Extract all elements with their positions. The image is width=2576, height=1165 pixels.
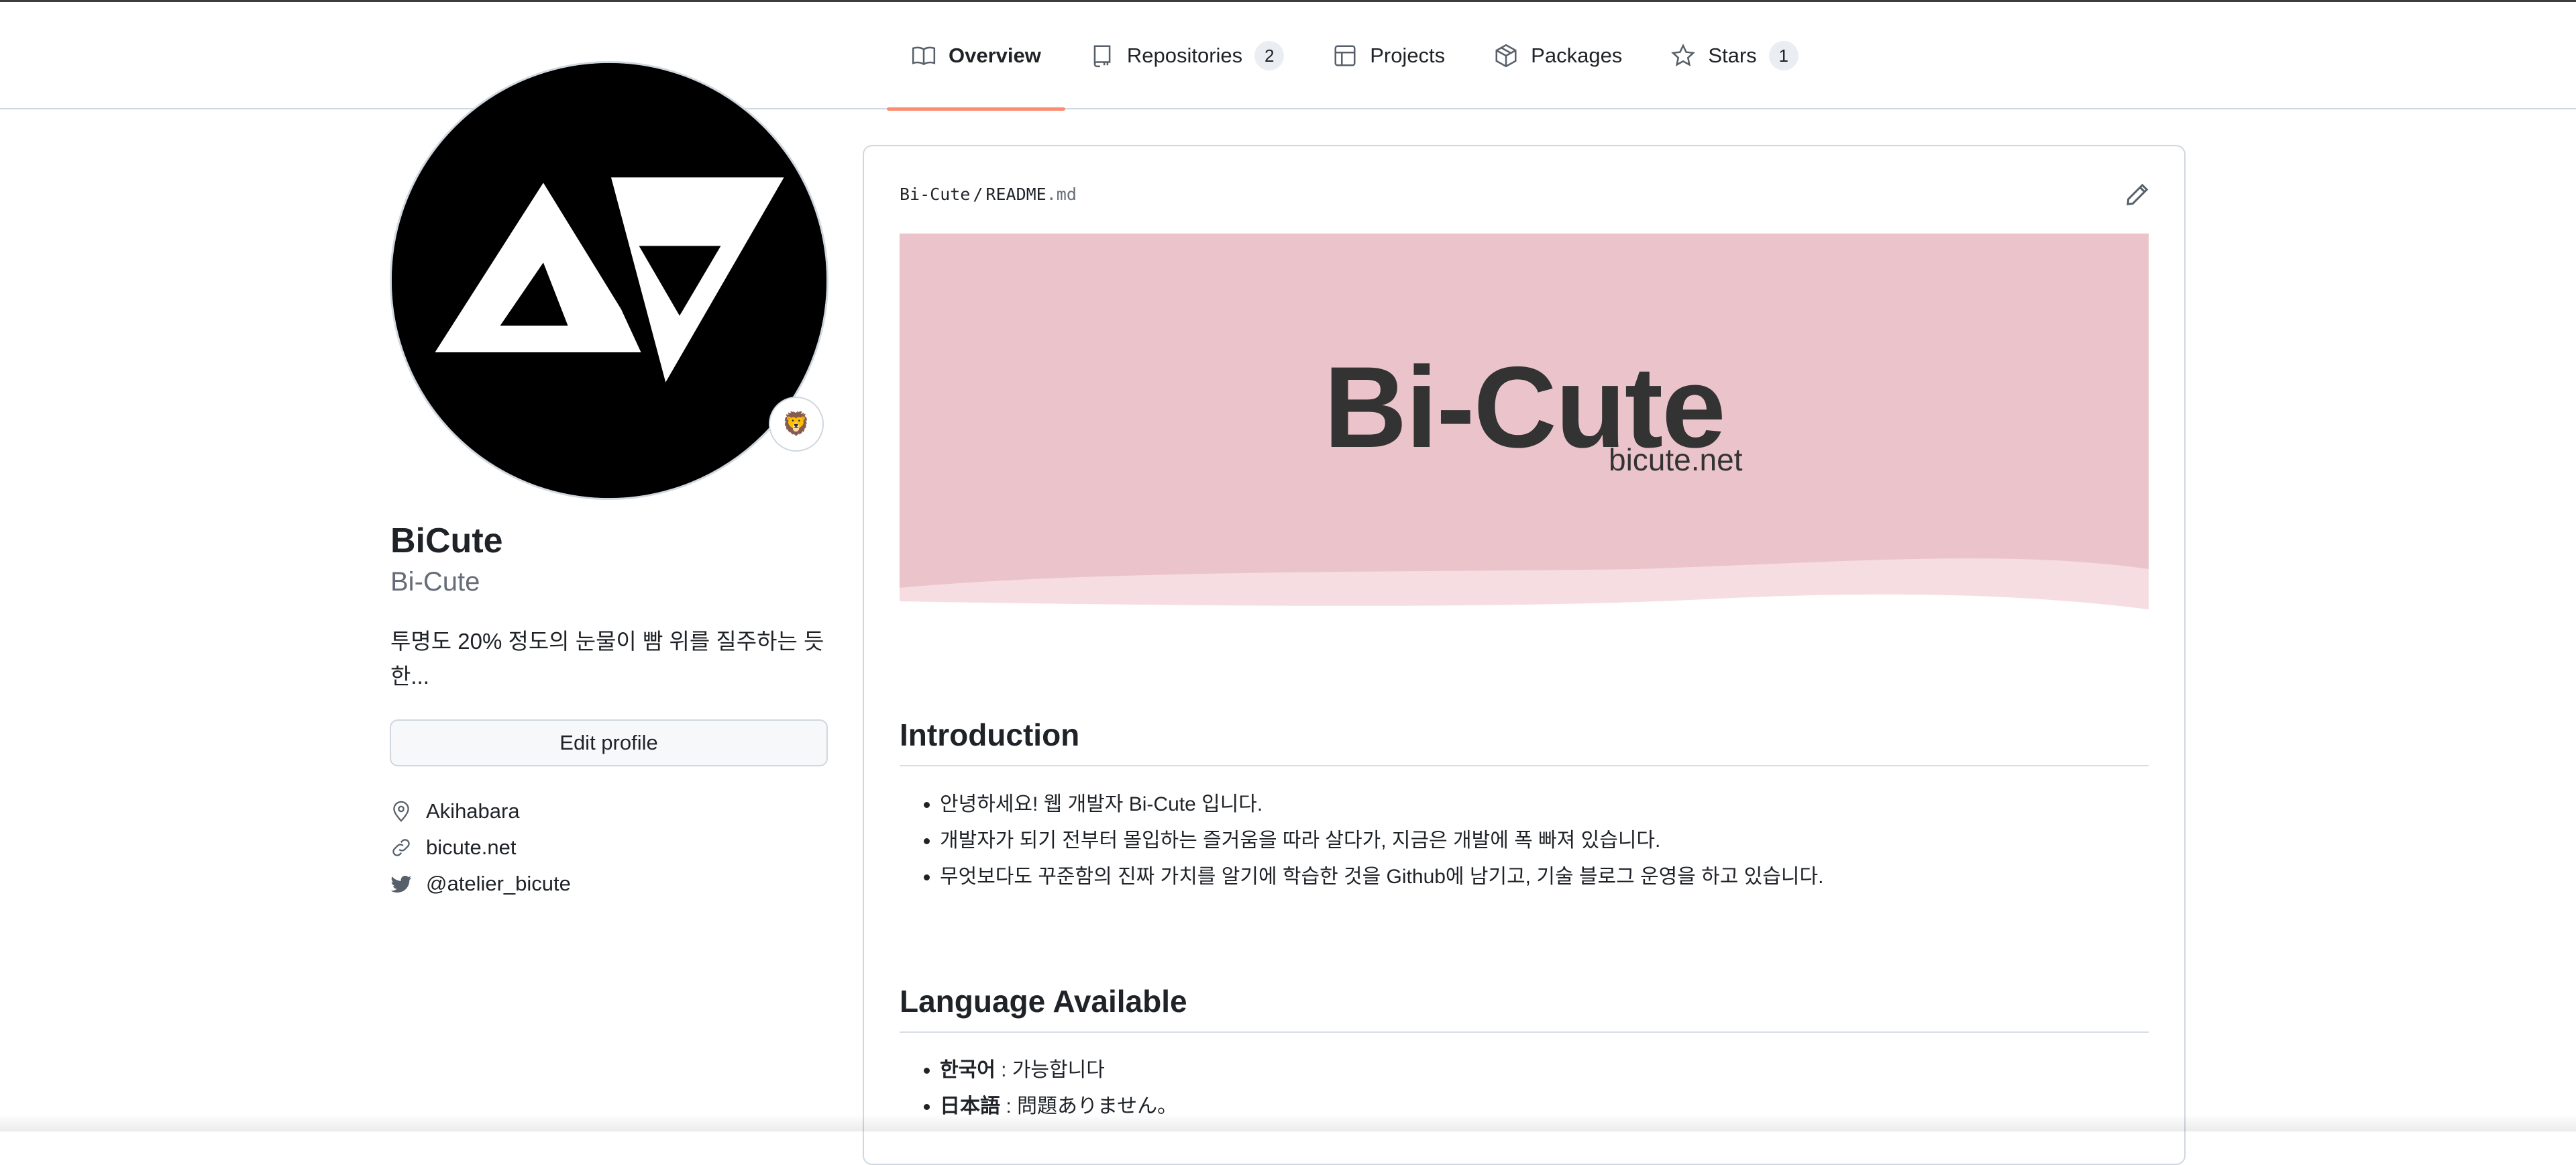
status-emoji-button[interactable]: 🦁 <box>769 397 824 452</box>
website-link[interactable]: bicute.net <box>426 835 516 860</box>
profile-tab-nav: Overview Repositories 2 Projects Package… <box>0 2 2576 111</box>
tab-label: Stars <box>1708 44 1757 67</box>
avatar[interactable] <box>390 61 828 500</box>
tab-label: Overview <box>949 44 1041 67</box>
language-available-heading: Language Available <box>900 983 2149 1033</box>
tab-projects[interactable]: Projects <box>1308 2 1469 109</box>
tab-repositories[interactable]: Repositories 2 <box>1065 2 1308 109</box>
readme-banner-image: Bi-Cute bicute.net <box>900 234 2149 620</box>
table-icon <box>1334 45 1356 66</box>
repo-icon <box>1093 45 1111 68</box>
twitter-icon <box>390 875 412 893</box>
profile-twitter[interactable]: @atelier_bicute <box>390 872 571 896</box>
book-icon <box>912 46 936 66</box>
profile-website[interactable]: bicute.net <box>390 835 516 860</box>
introduction-heading: Introduction <box>900 717 2149 766</box>
tab-label: Repositories <box>1126 44 1243 67</box>
tab-label: Packages <box>1531 44 1623 67</box>
readme-box: Bi-Cute / README.md Bi-Cute bicute.net Int… <box>863 145 2186 1165</box>
readme-file-link[interactable]: README.md <box>985 185 1076 204</box>
path-separator: / <box>973 185 983 204</box>
avatar-container: 🦁 <box>390 61 828 500</box>
pencil-icon <box>2127 183 2149 205</box>
tab-label: Projects <box>1370 44 1446 67</box>
profile-bio: 투명도 20% 정도의 눈물이 빰 위를 질주하는 듯 한... <box>390 629 824 689</box>
list-item: 무엇보다도 꾸준함의 진짜 가치를 알기에 학습한 것을 Github에 남기고… <box>940 859 1823 895</box>
readme-owner-link[interactable]: Bi-Cute <box>900 185 970 204</box>
edit-profile-button[interactable]: Edit profile <box>390 719 828 766</box>
profile-username: Bi-Cute <box>390 567 480 597</box>
edit-readme-button[interactable] <box>2124 181 2151 208</box>
location-text: Akihabara <box>426 799 520 823</box>
twitter-handle[interactable]: @atelier_bicute <box>426 872 571 896</box>
star-icon <box>1671 44 1696 66</box>
profile-display-name: BiCute <box>390 521 503 560</box>
tab-overview[interactable]: Overview <box>887 2 1065 111</box>
tab-packages[interactable]: Packages <box>1469 2 1646 109</box>
location-pin-icon <box>393 801 409 822</box>
list-item: 개발자가 되기 전부터 몰입하는 즐거움을 따라 살다가, 지금은 개발에 폭 … <box>940 823 1823 859</box>
banner-title: Bi-Cute <box>1324 343 1726 472</box>
banner-subtitle: bicute.net <box>1609 442 1743 477</box>
repositories-count-badge: 2 <box>1254 41 1285 70</box>
link-icon <box>392 839 410 856</box>
tab-stars[interactable]: Stars 1 <box>1646 2 1822 109</box>
stars-count-badge: 1 <box>1768 41 1799 70</box>
profile-location: Akihabara <box>390 799 520 823</box>
bicute-logo <box>392 63 826 498</box>
readme-file-path: Bi-Cute / README.md <box>900 185 1077 204</box>
lion-emoji-icon: 🦁 <box>782 411 811 437</box>
list-item: 한국어 : 가능합니다 <box>940 1052 1177 1088</box>
introduction-list: 안녕하세요! 웹 개발자 Bi-Cute 입니다. 개발자가 되기 전부터 몰입… <box>900 787 1823 895</box>
list-item: 안녕하세요! 웹 개발자 Bi-Cute 입니다. <box>940 787 1823 823</box>
package-icon <box>1495 44 1517 68</box>
window-bottom-shadow <box>0 1114 2576 1131</box>
